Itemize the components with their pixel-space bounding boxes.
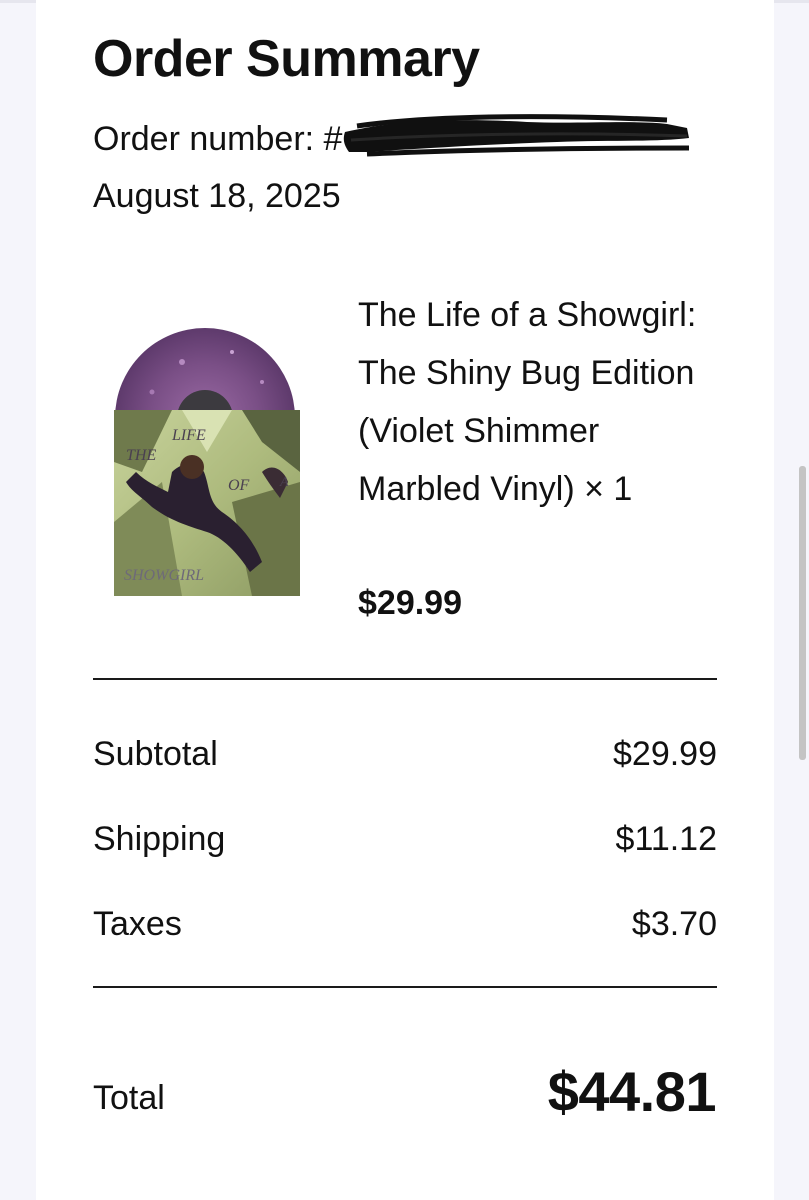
order-summary-page: Order Summary Order number: # August 18,… (0, 0, 809, 1200)
cover-text-of: OF (228, 477, 250, 494)
divider (93, 678, 717, 680)
page-title: Order Summary (93, 30, 480, 88)
subtotal-value: $29.99 (613, 735, 717, 773)
cover-text-life: LIFE (171, 427, 206, 444)
order-date: August 18, 2025 (93, 177, 341, 215)
cover-text-showgirl: SHOWGIRL (124, 567, 204, 584)
order-number-label: Order number: # (93, 120, 343, 158)
product-name[interactable]: The Life of a Showgirl: The Shiny Bug Ed… (358, 286, 718, 518)
album-cover: THE LIFE OF A SHOWGIRL (114, 410, 300, 596)
shipping-value: $11.12 (615, 820, 717, 858)
product-price: $29.99 (358, 584, 462, 622)
total-label: Total (93, 1079, 165, 1117)
subtotal-label: Subtotal (93, 735, 218, 773)
scrollbar-thumb[interactable] (799, 466, 806, 760)
divider (93, 986, 717, 988)
total-value: $44.81 (547, 1060, 717, 1123)
taxes-value: $3.70 (631, 905, 717, 943)
shipping-label: Shipping (93, 820, 226, 858)
cover-text-a: A (279, 475, 289, 490)
redaction-scribble (343, 114, 690, 157)
cover-text-the: THE (126, 447, 156, 464)
taxes-label: Taxes (93, 905, 182, 943)
product-image[interactable]: THE LIFE OF A SHOWGIRL (112, 322, 302, 598)
